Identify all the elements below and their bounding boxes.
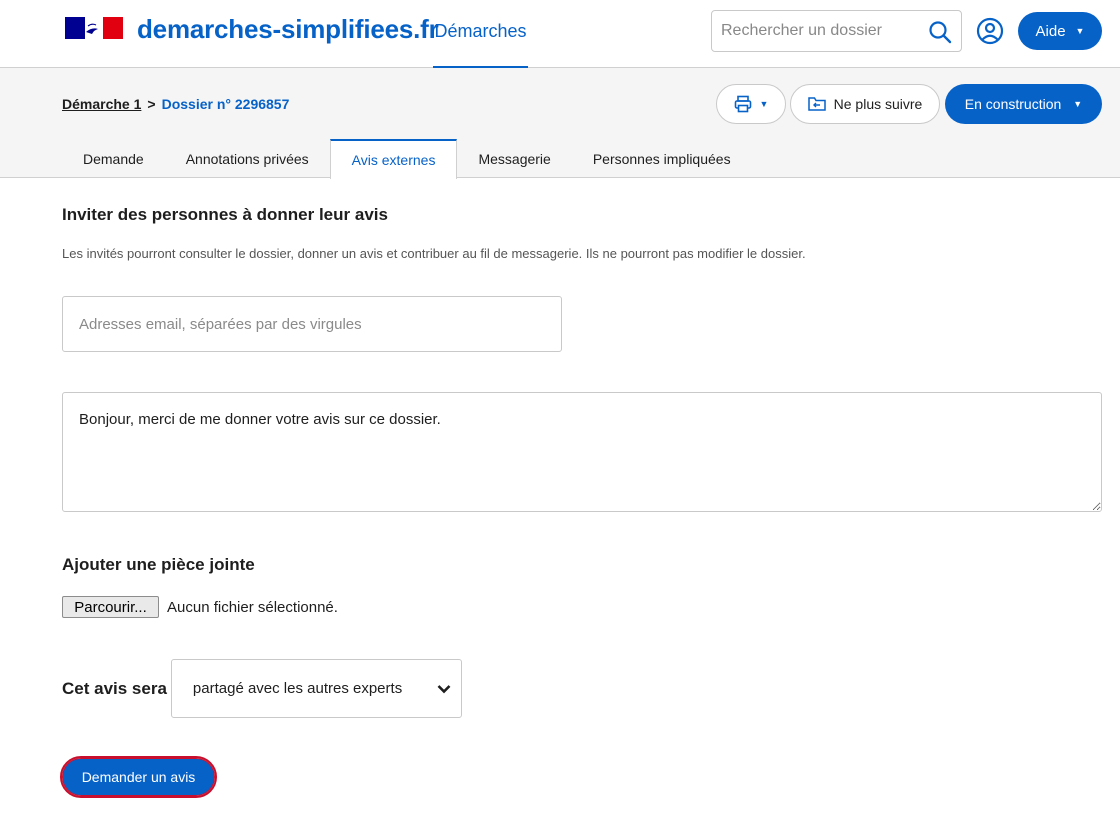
breadcrumb-procedure-link[interactable]: Démarche 1: [62, 96, 141, 112]
caret-down-icon: ▼: [1073, 98, 1083, 109]
status-button[interactable]: En construction ▼: [945, 84, 1102, 124]
file-input: Parcourir... Aucun fichier sélectionné.: [62, 596, 338, 618]
site-name[interactable]: demarches-simplifiees.fr: [137, 14, 439, 45]
confidentiality-selected-value: partagé avec les autres experts: [192, 680, 403, 697]
tab-avis-externes[interactable]: Avis externes: [329, 139, 458, 179]
dossier-tabs: Demande Annotations privées Avis externe…: [62, 139, 752, 179]
search-button[interactable]: [925, 17, 955, 47]
browse-button[interactable]: Parcourir...: [62, 596, 159, 618]
breadcrumb-separator: >: [147, 96, 156, 112]
caret-down-icon: ▼: [759, 98, 769, 109]
file-status: Aucun fichier sélectionné.: [167, 598, 338, 616]
tab-personnes-impliquees[interactable]: Personnes impliquées: [572, 139, 752, 178]
aide-button[interactable]: Aide ▼: [1018, 12, 1102, 50]
confidentiality-label: Cet avis sera: [62, 678, 167, 698]
print-button[interactable]: ▼: [716, 84, 786, 124]
top-header: demarches-simplifiees.fr Démarches Aide …: [0, 0, 1120, 68]
confidentiality-select[interactable]: partagé avec les autres experts: [170, 659, 462, 718]
breadcrumb-dossier[interactable]: Dossier n° 2296857: [162, 96, 290, 112]
printer-icon: [734, 95, 751, 113]
user-account-icon[interactable]: [976, 17, 1004, 45]
request-avis-button[interactable]: Demander un avis: [60, 756, 217, 798]
tab-messagerie[interactable]: Messagerie: [457, 139, 571, 178]
chevron-down-icon: [437, 684, 451, 693]
breadcrumb: Démarche 1 > Dossier n° 2296857: [62, 96, 289, 112]
tab-demande[interactable]: Demande: [62, 139, 165, 178]
status-label: En construction: [964, 96, 1062, 112]
aide-label: Aide: [1035, 22, 1066, 40]
dossier-header: Démarche 1 > Dossier n° 2296857 ▼ Ne plu…: [0, 68, 1120, 179]
search-input[interactable]: [721, 11, 921, 51]
email-field[interactable]: [62, 296, 562, 352]
caret-down-icon: ▼: [1075, 25, 1085, 36]
marianne-logo-icon[interactable]: [65, 17, 123, 39]
tab-annotations-privees[interactable]: Annotations privées: [165, 139, 330, 178]
unfollow-label: Ne plus suivre: [833, 96, 923, 112]
folder-unfollow-icon: [807, 97, 826, 111]
search-box: [711, 10, 962, 52]
confidentiality-row: Cet avis sera partagé avec les autres ex…: [62, 659, 462, 718]
search-icon: [929, 21, 952, 44]
attachment-title: Ajouter une pièce jointe: [62, 555, 255, 574]
unfollow-button[interactable]: Ne plus suivre: [790, 84, 940, 124]
form-description: Les invités pourront consulter le dossie…: [62, 246, 806, 261]
form-title: Inviter des personnes à donner leur avis: [62, 205, 388, 224]
message-textarea[interactable]: Bonjour, merci de me donner votre avis s…: [62, 392, 1102, 512]
nav-demarches[interactable]: Démarches: [433, 0, 528, 68]
